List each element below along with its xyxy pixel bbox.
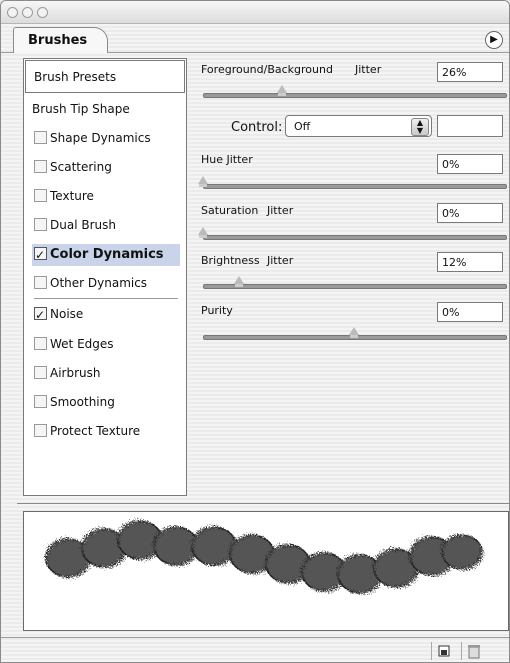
checkbox-icon[interactable] bbox=[34, 366, 47, 379]
checkbox-checked-icon[interactable] bbox=[34, 304, 47, 326]
brightness-jitter-label: Jitter bbox=[267, 254, 294, 267]
checkbox-icon[interactable] bbox=[34, 395, 47, 408]
control-label: Control: bbox=[231, 120, 283, 135]
trash-icon[interactable] bbox=[461, 642, 486, 660]
option-wet-edges[interactable]: Wet Edges bbox=[34, 333, 114, 355]
section-divider bbox=[17, 503, 509, 504]
brightness-jitter-field[interactable]: 12% bbox=[437, 252, 503, 272]
purity-slider[interactable] bbox=[203, 327, 507, 340]
tab-row: Brushes ▶ bbox=[1, 24, 509, 53]
fg-bg-label: Foreground/Background bbox=[201, 63, 333, 76]
fg-bg-jitter-label: Jitter bbox=[355, 63, 382, 76]
updown-arrows-icon: ▲ ▼ bbox=[411, 118, 429, 136]
bottom-bar bbox=[1, 637, 509, 662]
brush-stroke-preview bbox=[23, 511, 509, 631]
option-scattering[interactable]: Scattering bbox=[34, 156, 112, 178]
option-airbrush[interactable]: Airbrush bbox=[34, 362, 101, 384]
option-label: Wet Edges bbox=[50, 337, 114, 351]
option-label: Texture bbox=[50, 189, 94, 203]
option-label: Airbrush bbox=[50, 366, 101, 380]
checkbox-icon[interactable] bbox=[34, 189, 47, 202]
hue-jitter-label: Hue Jitter bbox=[201, 153, 253, 166]
option-label: Dual Brush bbox=[50, 218, 116, 232]
control-select[interactable]: Off ▲ ▼ bbox=[285, 115, 432, 137]
purity-field[interactable]: 0% bbox=[437, 302, 503, 322]
slider-thumb[interactable] bbox=[198, 176, 208, 187]
brush-tip-shape-item[interactable]: Brush Tip Shape bbox=[32, 102, 130, 116]
option-label: Smoothing bbox=[50, 395, 115, 409]
checkbox-icon[interactable] bbox=[34, 276, 47, 289]
brushes-palette: Brushes ▶ Brush Presets Brush Tip Shape … bbox=[0, 0, 510, 663]
checkbox-icon[interactable] bbox=[34, 131, 47, 144]
option-protect-texture[interactable]: Protect Texture bbox=[34, 420, 140, 442]
option-label: Protect Texture bbox=[50, 424, 141, 438]
saturation-jitter-field[interactable]: 0% bbox=[437, 203, 503, 223]
saturation-jitter-label: Jitter bbox=[267, 204, 294, 217]
checkbox-icon[interactable] bbox=[34, 218, 47, 231]
new-brush-glyph bbox=[438, 645, 450, 657]
separator bbox=[34, 298, 178, 299]
slider-track bbox=[203, 184, 507, 189]
option-label: Noise bbox=[50, 307, 84, 321]
option-label: Shape Dynamics bbox=[50, 131, 151, 145]
control-input[interactable] bbox=[437, 115, 503, 137]
purity-label: Purity bbox=[201, 304, 233, 317]
brightness-label: Brightness bbox=[201, 254, 260, 267]
option-label: Other Dynamics bbox=[50, 276, 148, 290]
brightness-jitter-slider[interactable] bbox=[203, 276, 507, 289]
color-dynamics-settings: Foreground/Background Jitter 26% Control… bbox=[198, 58, 507, 498]
option-dual-brush[interactable]: Dual Brush bbox=[34, 214, 116, 236]
fg-bg-jitter-slider[interactable] bbox=[203, 85, 507, 98]
panel-menu-icon[interactable]: ▶ bbox=[485, 31, 503, 49]
stroke-preview-image bbox=[45, 520, 483, 594]
option-other-dynamics[interactable]: Other Dynamics bbox=[34, 272, 147, 294]
checkbox-icon[interactable] bbox=[34, 337, 47, 350]
title-bar bbox=[1, 1, 509, 24]
slider-thumb[interactable] bbox=[234, 276, 245, 287]
zoom-button[interactable] bbox=[37, 7, 48, 18]
option-smoothing[interactable]: Smoothing bbox=[34, 391, 115, 413]
option-noise[interactable]: Noise bbox=[34, 303, 84, 326]
option-texture[interactable]: Texture bbox=[34, 185, 94, 207]
saturation-label: Saturation bbox=[201, 204, 259, 217]
saturation-jitter-slider[interactable] bbox=[198, 227, 507, 240]
control-value: Off bbox=[294, 120, 311, 133]
option-label: Color Dynamics bbox=[50, 247, 164, 262]
hue-jitter-slider[interactable] bbox=[198, 176, 507, 189]
trash-glyph bbox=[468, 645, 480, 659]
checkbox-icon[interactable] bbox=[34, 160, 47, 173]
slider-thumb[interactable] bbox=[349, 327, 359, 338]
slider-track bbox=[203, 284, 507, 289]
hue-jitter-field[interactable]: 0% bbox=[437, 154, 503, 174]
option-label: Scattering bbox=[50, 160, 112, 174]
option-color-dynamics[interactable]: Color Dynamics bbox=[32, 244, 180, 266]
tab-brushes[interactable]: Brushes bbox=[13, 27, 109, 53]
slider-thumb[interactable] bbox=[198, 227, 208, 238]
slider-track bbox=[203, 93, 507, 98]
new-brush-icon[interactable] bbox=[431, 642, 456, 660]
close-button[interactable] bbox=[7, 7, 18, 18]
minimize-button[interactable] bbox=[22, 7, 33, 18]
slider-track bbox=[203, 235, 507, 240]
brush-presets-item[interactable]: Brush Presets bbox=[25, 60, 185, 93]
checkbox-checked-icon[interactable] bbox=[34, 244, 47, 266]
fg-bg-jitter-field[interactable]: 26% bbox=[437, 62, 503, 82]
option-shape-dynamics[interactable]: Shape Dynamics bbox=[34, 127, 151, 149]
brush-options-list: Brush Presets Brush Tip Shape Shape Dyna… bbox=[23, 58, 187, 496]
checkbox-icon[interactable] bbox=[34, 424, 47, 437]
slider-thumb[interactable] bbox=[276, 85, 287, 96]
